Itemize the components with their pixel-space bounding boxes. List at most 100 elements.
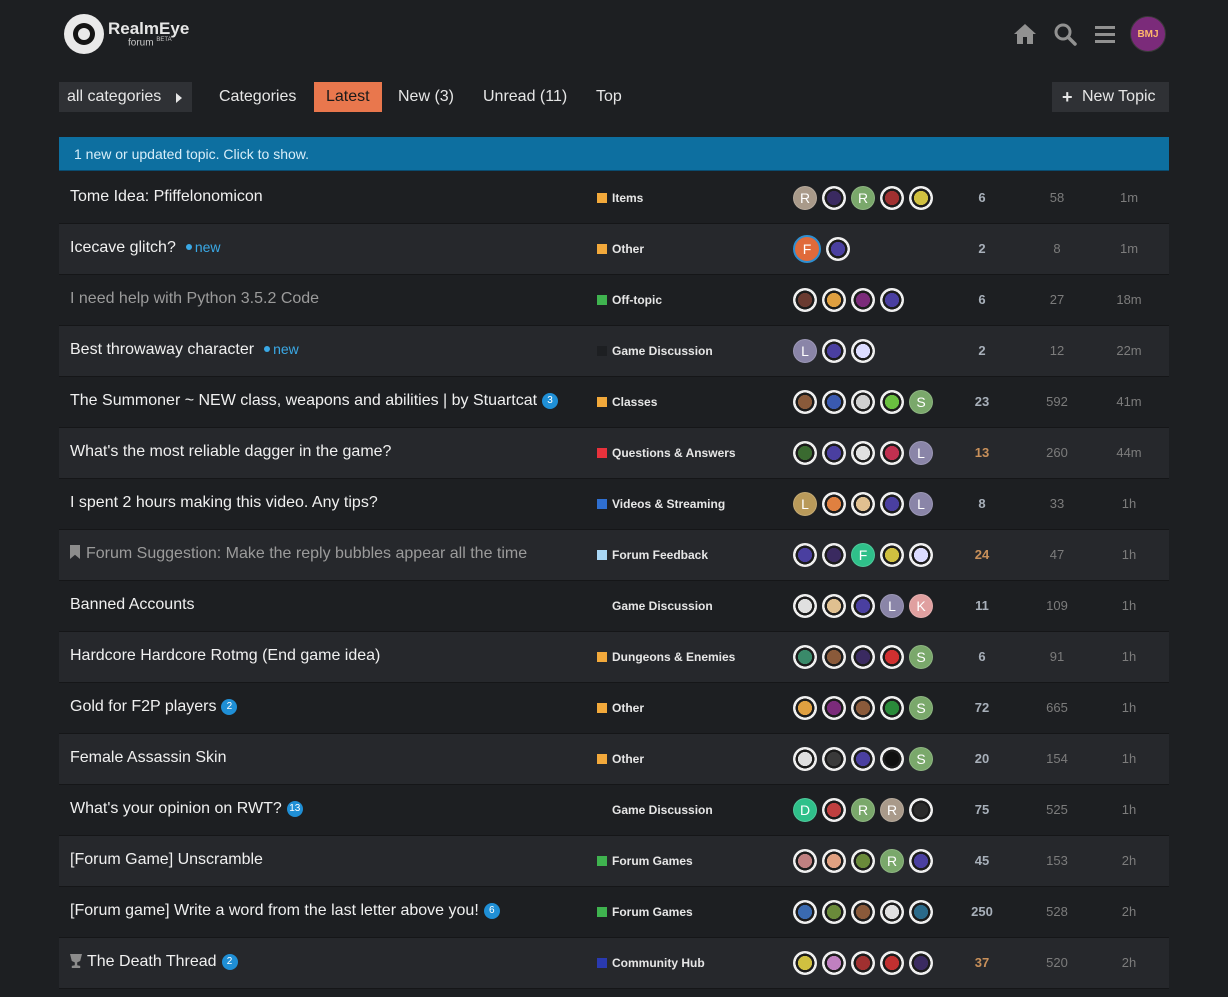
category-badge[interactable]: Other [597, 701, 644, 715]
topic-row[interactable]: What's the most reliable dagger in the g… [59, 428, 1169, 479]
poster-avatar[interactable] [793, 645, 817, 669]
category-dropdown[interactable]: all categories [59, 82, 192, 112]
topic-title-link[interactable]: Forum Suggestion: Make the reply bubbles… [86, 545, 527, 562]
topic-title-link[interactable]: The Summoner ~ NEW class, weapons and ab… [70, 392, 537, 409]
reply-count[interactable]: 2 [952, 241, 1012, 256]
hamburger-menu-icon[interactable] [1092, 21, 1118, 47]
reply-count[interactable]: 24 [952, 547, 1012, 562]
poster-avatar[interactable] [880, 543, 904, 567]
search-icon[interactable] [1052, 21, 1078, 47]
poster-avatar[interactable] [851, 747, 875, 771]
last-activity[interactable]: 2h [1099, 904, 1159, 919]
poster-avatar[interactable] [822, 951, 846, 975]
topic-title-link[interactable]: Best throwaway character [70, 341, 254, 358]
poster-avatar[interactable] [851, 288, 875, 312]
poster-avatar[interactable] [822, 543, 846, 567]
category-badge[interactable]: Dungeons & Enemies [597, 650, 735, 664]
category-badge[interactable]: Other [597, 752, 644, 766]
category-badge[interactable]: Items [597, 191, 643, 205]
poster-avatar[interactable] [880, 288, 904, 312]
last-activity[interactable]: 1h [1099, 496, 1159, 511]
category-badge[interactable]: Classes [597, 395, 657, 409]
poster-avatar[interactable] [851, 339, 875, 363]
poster-avatar[interactable] [880, 900, 904, 924]
category-badge[interactable]: Forum Games [597, 854, 693, 868]
poster-avatar[interactable] [880, 186, 904, 210]
topic-row[interactable]: The Death Thread 2 Community Hub 37 520 2h [59, 938, 1169, 989]
poster-avatar[interactable]: S [909, 645, 933, 669]
topic-row[interactable]: The Summoner ~ NEW class, weapons and ab… [59, 377, 1169, 428]
poster-avatar[interactable]: R [880, 849, 904, 873]
last-activity[interactable]: 1h [1099, 547, 1159, 562]
poster-avatar[interactable]: R [793, 186, 817, 210]
poster-avatar[interactable] [880, 441, 904, 465]
poster-avatar[interactable] [793, 747, 817, 771]
unread-count-badge[interactable]: 6 [483, 903, 500, 919]
poster-avatar[interactable]: S [909, 390, 933, 414]
last-activity[interactable]: 22m [1099, 343, 1159, 358]
topic-row[interactable]: Tome Idea: Pfiffelonomicon Items R R 6 58 1m [59, 173, 1169, 224]
topic-row[interactable]: I need help with Python 3.5.2 Code Off-to… [59, 275, 1169, 326]
poster-avatar[interactable] [793, 951, 817, 975]
poster-avatar[interactable] [822, 441, 846, 465]
poster-avatar[interactable]: F [793, 235, 821, 263]
tab-unread[interactable]: Unread (11) [483, 82, 567, 112]
topic-row[interactable]: I spent 2 hours making this video. Any t… [59, 479, 1169, 530]
last-activity[interactable]: 1h [1099, 751, 1159, 766]
poster-avatar[interactable] [822, 798, 846, 822]
poster-avatar[interactable] [851, 390, 875, 414]
poster-avatar[interactable] [793, 594, 817, 618]
topic-row[interactable]: [Forum game] Write a word from the last … [59, 887, 1169, 938]
poster-avatar[interactable] [822, 390, 846, 414]
user-avatar[interactable]: BMJ [1130, 16, 1166, 52]
topic-row[interactable]: What's your opinion on RWT? 13 Game Discus… [59, 785, 1169, 836]
topic-row[interactable]: Forum Suggestion: Make the reply bubbles… [59, 530, 1169, 581]
last-activity[interactable]: 1h [1099, 700, 1159, 715]
topic-row[interactable]: Banned Accounts Game Discussion L K 11 109 1h [59, 581, 1169, 632]
reply-count[interactable]: 13 [952, 445, 1012, 460]
poster-avatar[interactable] [880, 390, 904, 414]
new-topic-tag[interactable]: new [186, 239, 221, 255]
poster-avatar[interactable] [880, 951, 904, 975]
poster-avatar[interactable] [793, 849, 817, 873]
category-badge[interactable]: Other [597, 242, 644, 256]
reply-count[interactable]: 20 [952, 751, 1012, 766]
poster-avatar[interactable] [851, 645, 875, 669]
reply-count[interactable]: 6 [952, 190, 1012, 205]
last-activity[interactable]: 18m [1099, 292, 1159, 307]
poster-avatar[interactable] [793, 390, 817, 414]
category-badge[interactable]: Game Discussion [597, 344, 713, 358]
topic-title-link[interactable]: Gold for F2P players [70, 698, 216, 715]
poster-avatar[interactable] [793, 543, 817, 567]
poster-avatar[interactable]: R [851, 186, 875, 210]
reply-count[interactable]: 23 [952, 394, 1012, 409]
topic-row[interactable]: [Forum Game] Unscramble Forum Games R 45 153… [59, 836, 1169, 887]
poster-avatar[interactable]: L [793, 492, 817, 516]
unread-count-badge[interactable]: 13 [286, 801, 303, 817]
poster-avatar[interactable] [822, 849, 846, 873]
home-icon[interactable] [1012, 21, 1038, 47]
poster-avatar[interactable] [793, 441, 817, 465]
category-badge[interactable]: Forum Games [597, 905, 693, 919]
category-badge[interactable]: Game Discussion [597, 599, 713, 613]
poster-avatar[interactable] [909, 900, 933, 924]
last-activity[interactable]: 1m [1099, 241, 1159, 256]
topic-title-link[interactable]: I need help with Python 3.5.2 Code [70, 290, 319, 307]
last-activity[interactable]: 2h [1099, 853, 1159, 868]
topic-title-link[interactable]: [Forum game] Write a word from the last … [70, 902, 479, 919]
last-activity[interactable]: 2h [1099, 955, 1159, 970]
poster-avatar[interactable]: R [880, 798, 904, 822]
unread-count-badge[interactable]: 3 [542, 393, 559, 409]
category-badge[interactable]: Community Hub [597, 956, 705, 970]
last-activity[interactable]: 1h [1099, 598, 1159, 613]
poster-avatar[interactable] [909, 951, 933, 975]
poster-avatar[interactable]: L [909, 492, 933, 516]
poster-avatar[interactable] [822, 747, 846, 771]
poster-avatar[interactable]: L [793, 339, 817, 363]
last-activity[interactable]: 1m [1099, 190, 1159, 205]
new-topic-tag[interactable]: new [264, 341, 299, 357]
topic-row[interactable]: Female Assassin Skin Other S 20 154 1h [59, 734, 1169, 785]
topic-title-link[interactable]: I spent 2 hours making this video. Any t… [70, 494, 378, 511]
reply-count[interactable]: 75 [952, 802, 1012, 817]
poster-avatar[interactable] [851, 849, 875, 873]
